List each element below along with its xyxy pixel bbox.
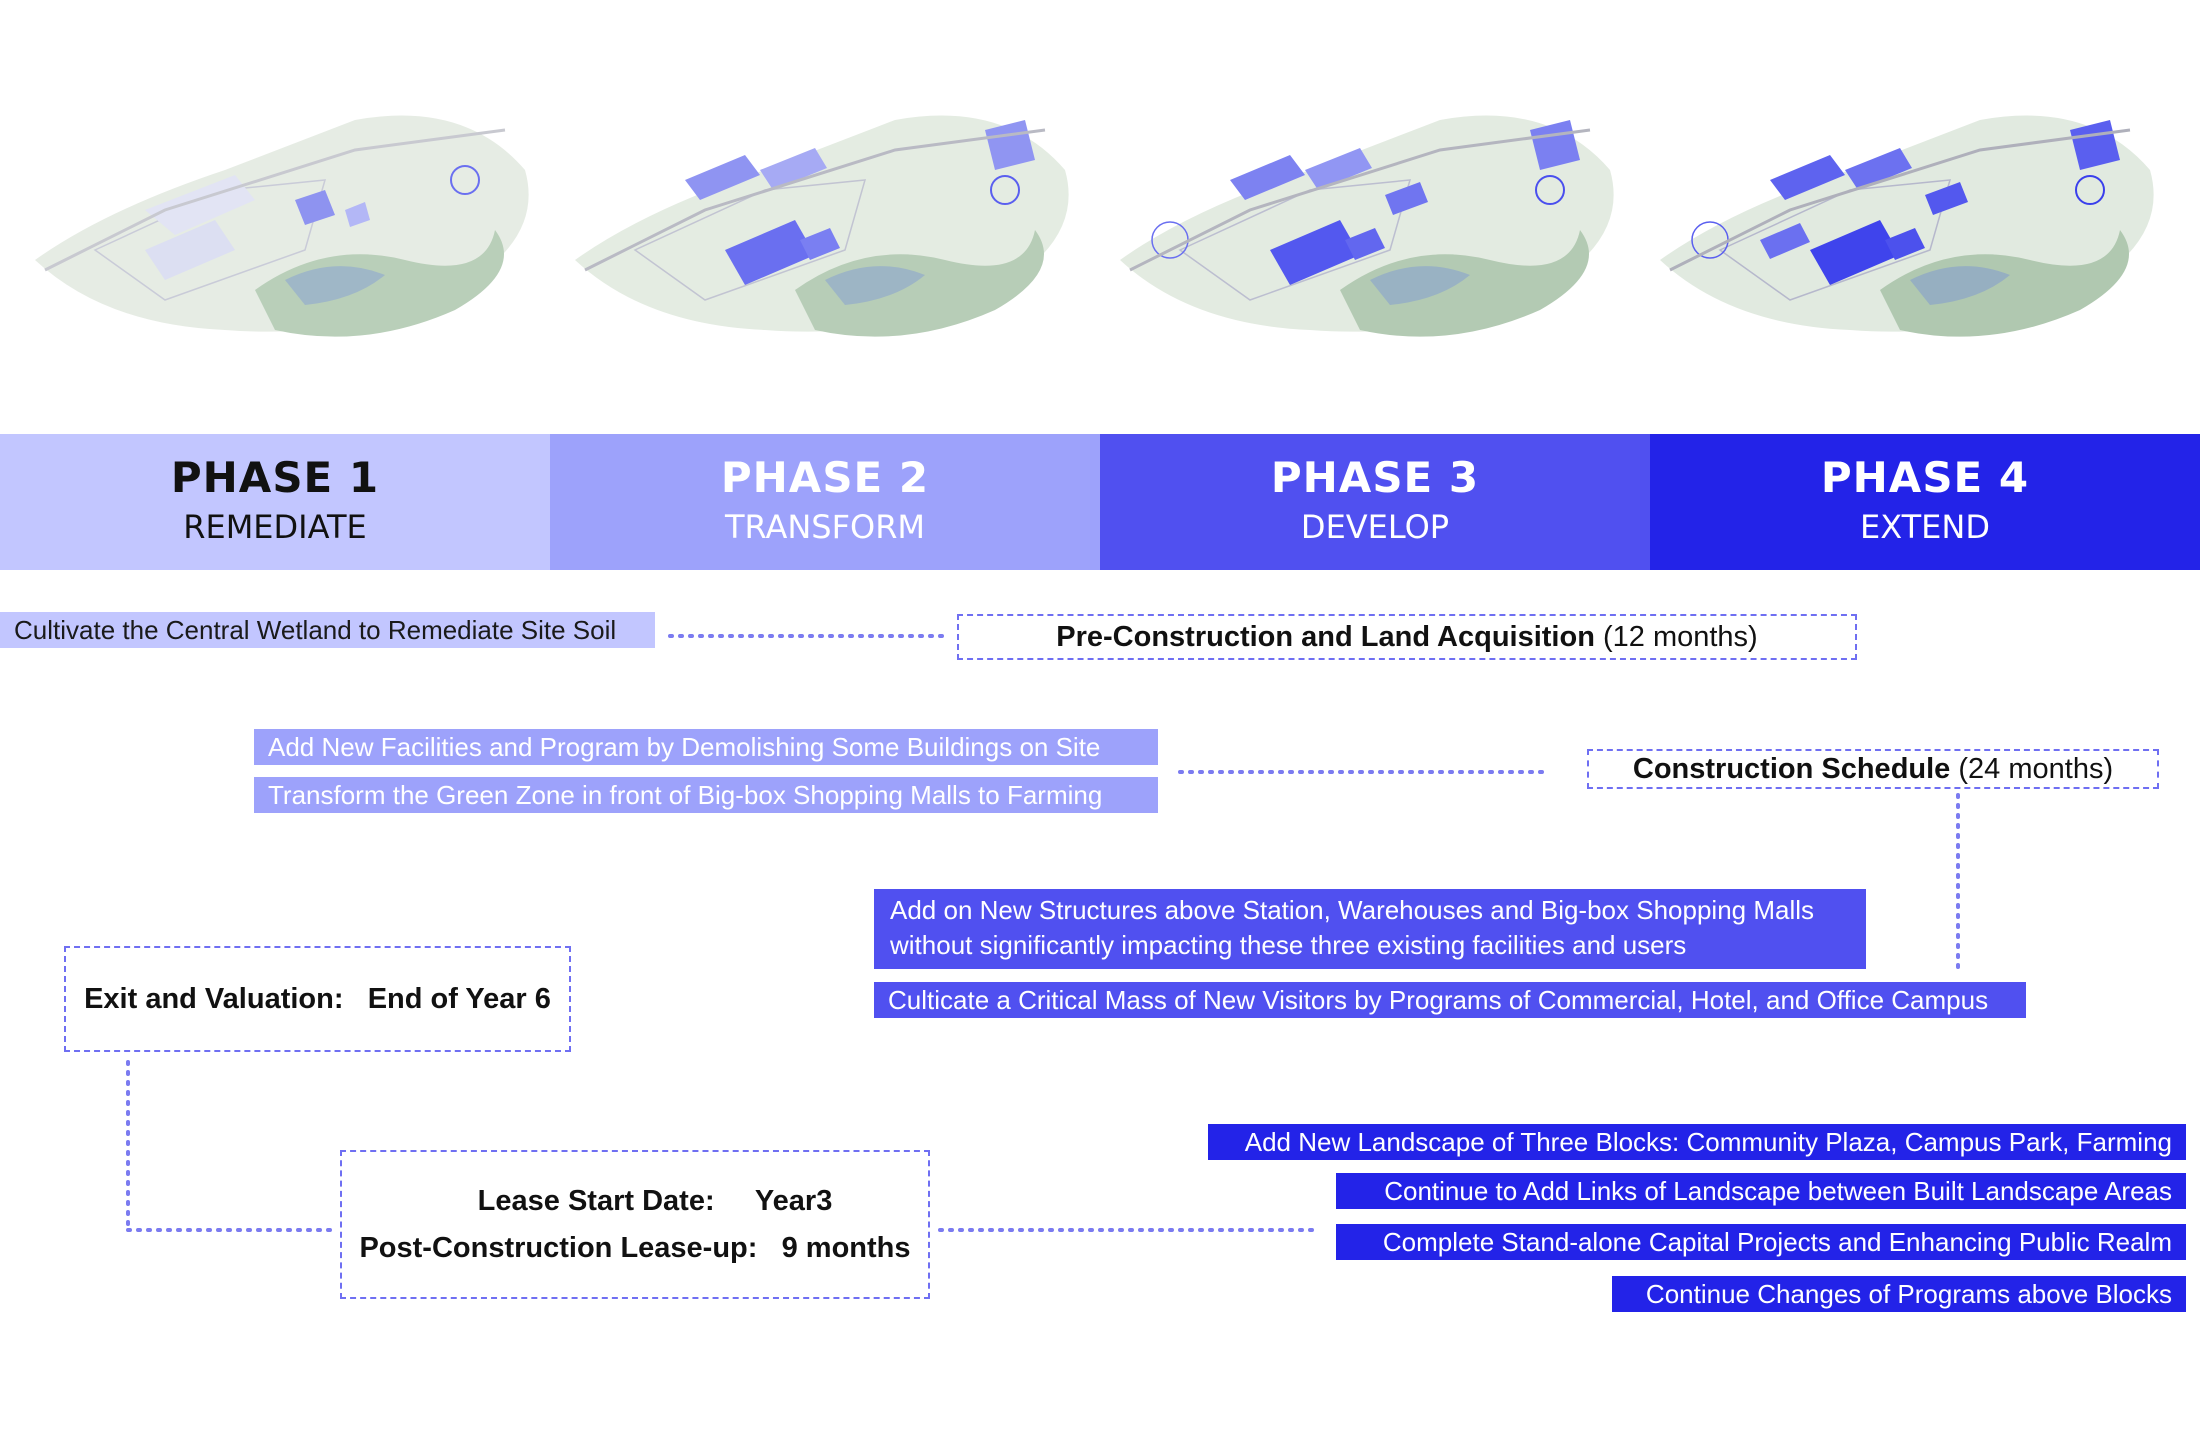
construction-duration: (24 months) <box>1958 752 2114 785</box>
phase-2-item: Add New Facilities and Program by Demoli… <box>254 729 1158 765</box>
preconstruction-duration: (12 months) <box>1602 620 1758 653</box>
exit-label: Exit and Valuation: <box>84 982 344 1015</box>
construction-label: Construction Schedule <box>1632 752 1951 785</box>
connector-lines <box>126 634 1960 1232</box>
phase-3-item-line: without significantly impacting these th… <box>890 930 1687 960</box>
phase-4-item: Complete Stand-alone Capital Projects an… <box>1336 1224 2186 1260</box>
phase-1-item: Cultivate the Central Wetland to Remedia… <box>0 612 655 648</box>
lease-start-row: Lease Start Date: Year3 <box>438 1185 833 1218</box>
preconstruction-label: Pre-Construction and Land Acquisition <box>1056 620 1595 653</box>
lease-box: Lease Start Date: Year3 Post-Constructio… <box>340 1150 930 1299</box>
phase-4-item: Continue Changes of Programs above Block… <box>1612 1276 2186 1312</box>
phase-3-item-block: Add on New Structures above Station, War… <box>874 889 1866 969</box>
lease-up-label: Post-Construction Lease-up: <box>359 1231 758 1264</box>
exit-valuation-box: Exit and Valuation: End of Year 6 <box>64 946 571 1052</box>
preconstruction-box: Pre-Construction and Land Acquisition (1… <box>957 614 1857 660</box>
lease-start-label: Lease Start Date: <box>477 1184 715 1217</box>
phase-2-item: Transform the Green Zone in front of Big… <box>254 777 1158 813</box>
lease-up-value: 9 months <box>781 1231 911 1264</box>
phase-4-item: Continue to Add Links of Landscape betwe… <box>1336 1173 2186 1209</box>
exit-value: End of Year 6 <box>367 982 551 1015</box>
lease-up-row: Post-Construction Lease-up: 9 months <box>359 1232 910 1265</box>
lease-start-value: Year3 <box>754 1184 833 1217</box>
phase-3-item: Culticate a Critical Mass of New Visitor… <box>874 982 2026 1018</box>
phase-3-item-line: Add on New Structures above Station, War… <box>890 895 1815 925</box>
construction-schedule-box: Construction Schedule (24 months) <box>1587 749 2159 789</box>
phase-4-item: Add New Landscape of Three Blocks: Commu… <box>1208 1124 2186 1160</box>
